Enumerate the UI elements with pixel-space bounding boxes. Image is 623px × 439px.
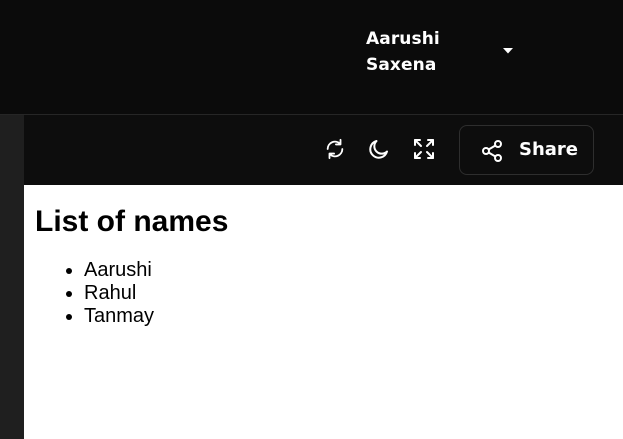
expand-icon [414,139,434,159]
theme-toggle-button[interactable] [365,135,393,163]
preview-pane: List of names Aarushi Rahul Tanmay [24,185,623,439]
list-item: Rahul [84,282,154,305]
caret-down-icon [503,48,513,54]
share-icon [482,140,502,162]
fullscreen-button[interactable] [410,135,438,163]
list-item: Tanmay [84,305,154,328]
sidebar-strip [0,115,24,439]
user-name: Aarushi Saxena [366,29,440,75]
share-label: Share [519,139,579,160]
names-list: Aarushi Rahul Tanmay [84,259,154,328]
share-button[interactable]: Share [459,125,594,175]
user-menu[interactable]: Aarushi Saxena [366,26,526,80]
refresh-icon [326,138,344,160]
moon-icon [369,140,388,159]
preview-toolbar: Share [24,115,623,185]
page-heading: List of names [35,205,229,238]
list-item: Aarushi [84,259,154,282]
refresh-button[interactable] [321,135,349,163]
top-bar: Aarushi Saxena [0,0,623,114]
